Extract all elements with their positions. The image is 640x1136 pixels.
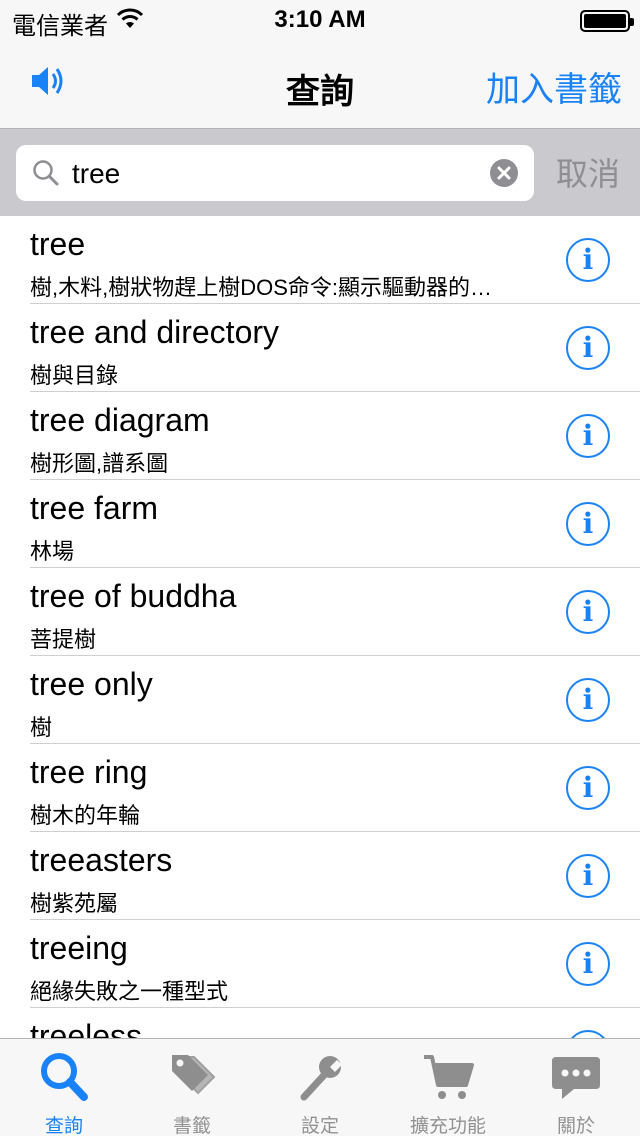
info-icon[interactable]: i bbox=[566, 590, 610, 634]
entry-word: treeing bbox=[30, 930, 128, 966]
tab-label: 查詢 bbox=[44, 1116, 83, 1136]
tab-search[interactable]: 查詢 bbox=[0, 1039, 128, 1136]
entry-definition: 菩提樹 bbox=[30, 627, 97, 652]
search-icon bbox=[32, 159, 60, 192]
list-item[interactable]: tree 樹,木料,樹狀物趕上樹DOS命令:顯示驅動器的… i bbox=[30, 216, 640, 304]
info-icon[interactable]: i bbox=[566, 326, 610, 370]
search-bar: tree 取消 bbox=[0, 128, 640, 216]
info-icon[interactable]: i bbox=[566, 942, 610, 986]
tab-label: 擴充功能 bbox=[409, 1116, 486, 1136]
list-item[interactable]: treeasters 樹紫苑屬 i bbox=[30, 832, 640, 920]
list-item[interactable]: tree of buddha 菩提樹 i bbox=[30, 568, 640, 656]
entry-definition: 樹,木料,樹狀物趕上樹DOS命令:顯示驅動器的… bbox=[30, 275, 493, 300]
tab-bar: 查詢 書籤 設定 擴充功能 關於 bbox=[0, 1038, 640, 1136]
top-bar: 電信業者 3:10 AM 查詢 加入書籤 bbox=[0, 0, 640, 128]
tag-icon bbox=[164, 1051, 220, 1103]
tab-settings[interactable]: 設定 bbox=[256, 1039, 384, 1136]
tab-extensions[interactable]: 擴充功能 bbox=[384, 1039, 512, 1136]
status-bar: 電信業者 3:10 AM bbox=[0, 0, 640, 40]
clear-search-icon[interactable] bbox=[490, 159, 518, 192]
info-icon[interactable]: i bbox=[566, 854, 610, 898]
entry-definition: 樹 bbox=[30, 715, 53, 740]
result-list[interactable]: tree 樹,木料,樹狀物趕上樹DOS命令:顯示驅動器的… i tree and di… bbox=[0, 216, 640, 1038]
entry-definition: 絕緣失敗之一種型式 bbox=[30, 979, 229, 1004]
info-icon[interactable]: i bbox=[566, 238, 610, 282]
list-item[interactable]: tree farm 林場 i bbox=[30, 480, 640, 568]
status-time: 3:10 AM bbox=[274, 6, 366, 33]
add-bookmark-button[interactable]: 加入書籤 bbox=[486, 62, 622, 111]
tab-label: 書籤 bbox=[172, 1116, 211, 1136]
entry-definition: 樹形圖,譜系圖 bbox=[30, 451, 169, 476]
info-icon[interactable]: i bbox=[566, 502, 610, 546]
entry-definition: 樹與目錄 bbox=[30, 363, 119, 388]
search-icon bbox=[36, 1051, 92, 1103]
entry-definition: 樹紫苑屬 bbox=[30, 891, 119, 916]
list-item[interactable]: treeless i bbox=[30, 1008, 640, 1038]
entry-word: treeasters bbox=[30, 842, 173, 878]
entry-word: tree of buddha bbox=[30, 578, 237, 614]
entry-word: tree only bbox=[30, 666, 153, 702]
entry-definition: 樹木的年輪 bbox=[30, 803, 141, 828]
list-item[interactable]: tree ring 樹木的年輪 i bbox=[30, 744, 640, 832]
tab-label: 設定 bbox=[300, 1116, 339, 1136]
cancel-button[interactable]: 取消 bbox=[556, 149, 620, 195]
info-icon[interactable]: i bbox=[566, 1030, 610, 1038]
entry-word: tree ring bbox=[30, 754, 148, 790]
entry-word: tree bbox=[30, 226, 86, 262]
search-input[interactable]: tree bbox=[16, 145, 534, 201]
list-item[interactable]: tree diagram 樹形圖,譜系圖 i bbox=[30, 392, 640, 480]
entry-definition: 林場 bbox=[30, 539, 75, 564]
tab-label: 關於 bbox=[556, 1116, 595, 1136]
info-icon[interactable]: i bbox=[566, 678, 610, 722]
list-item[interactable]: tree only 樹 i bbox=[30, 656, 640, 744]
entry-word: tree diagram bbox=[30, 402, 210, 438]
entry-word: tree and directory bbox=[30, 314, 280, 350]
chat-icon bbox=[548, 1051, 604, 1103]
battery-icon bbox=[580, 10, 634, 32]
tab-bookmarks[interactable]: 書籤 bbox=[128, 1039, 256, 1136]
info-icon[interactable]: i bbox=[566, 766, 610, 810]
wrench-icon bbox=[292, 1051, 348, 1103]
cart-icon bbox=[420, 1051, 476, 1103]
entry-word: treeless bbox=[30, 1018, 143, 1038]
list-item[interactable]: tree and directory 樹與目錄 i bbox=[30, 304, 640, 392]
nav-bar: 查詢 加入書籤 bbox=[0, 40, 640, 128]
entry-word: tree farm bbox=[30, 490, 159, 526]
tab-about[interactable]: 關於 bbox=[512, 1039, 640, 1136]
list-item[interactable]: treeing 絕緣失敗之一種型式 i bbox=[30, 920, 640, 1008]
search-query-text: tree bbox=[72, 158, 121, 189]
info-icon[interactable]: i bbox=[566, 414, 610, 458]
